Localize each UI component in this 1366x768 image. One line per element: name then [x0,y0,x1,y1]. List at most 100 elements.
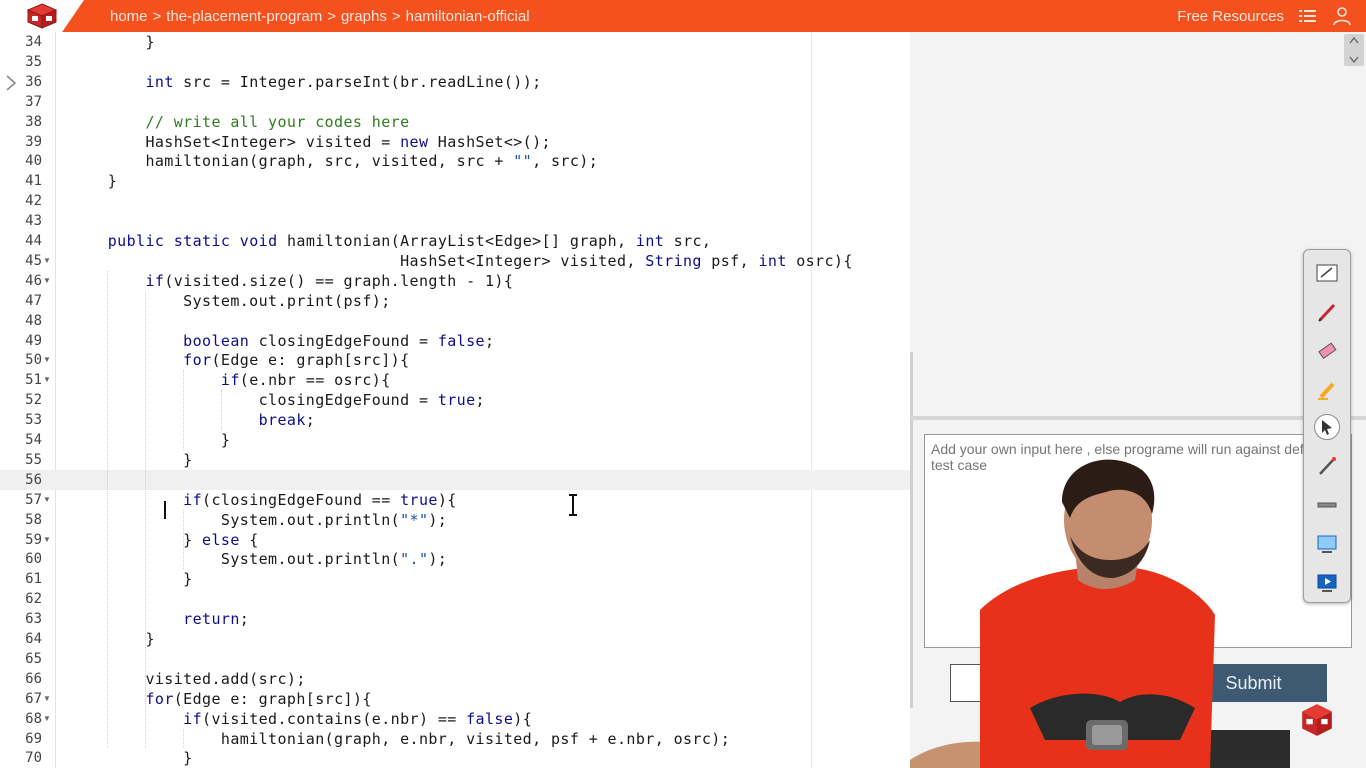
code-line[interactable]: 52 closingEdgeFound = true; [0,390,910,410]
line-number: 69 [25,730,42,747]
line-number: 65 [25,650,42,667]
fold-toggle-icon[interactable]: ▼ [43,689,51,709]
line-number: 46 [25,272,42,289]
whiteboard-icon[interactable] [1314,260,1340,286]
code-line[interactable]: 59 ▼ } else { [0,530,910,550]
line-number: 61 [25,571,42,588]
code-text: System.out.println("*"); [70,510,448,529]
code-line[interactable]: 48 [0,311,910,331]
code-line[interactable]: 64 } [0,629,910,649]
code-text: } else { [70,530,259,549]
line-number: 40 [25,153,42,170]
code-text: if(visited.size() == graph.length - 1){ [145,271,514,290]
code-line[interactable]: 40 hamiltonian(graph, src, visited, src … [0,151,910,171]
code-line[interactable]: 61 } [0,569,910,589]
code-line[interactable]: 53 break; [0,410,910,430]
code-line[interactable]: 63 return; [0,609,910,629]
submit-button-label: Submit [1225,672,1282,693]
code-line[interactable]: 62 [0,589,910,609]
code-line[interactable]: 47 System.out.print(psf); [0,291,910,311]
line-number: 45 [25,252,42,269]
custom-input-textarea[interactable] [924,434,1352,648]
code-line[interactable]: 46 ▼ if(visited.size() == graph.length - … [0,271,910,291]
line-number: 38 [25,113,42,130]
line-number: 70 [25,750,42,767]
user-profile-icon[interactable] [1332,6,1352,26]
code-line[interactable]: 44 public static void hamiltonian(ArrayL… [0,231,910,251]
indent-guide [145,290,146,749]
code-line[interactable]: 55 } [0,450,910,470]
input-section-top-border [910,416,1366,420]
screen-record-icon[interactable] [1314,570,1340,596]
indent-guide [183,509,184,570]
fold-toggle-icon[interactable]: ▼ [43,251,51,271]
laser-pen-icon[interactable] [1314,453,1340,479]
pepcoding-corner-logo-icon [1302,704,1332,736]
submit-button[interactable]: Submit [1180,664,1327,702]
code-line[interactable]: 56 [0,469,910,490]
fold-toggle-icon[interactable]: ▼ [43,370,51,390]
code-line[interactable]: 42 [0,191,910,211]
code-line[interactable]: 57 ▼ if(closingEdgeFound == true){ [0,490,910,510]
code-line[interactable]: 70 } [0,748,910,768]
code-text: } [70,431,231,449]
line-number: 44 [25,233,42,249]
code-line[interactable]: 66 visited.add(src); [0,669,910,689]
code-line[interactable]: 45 ▼ HashSet<Integer> visited, String psf… [0,251,910,271]
code-editor[interactable]: 34 } 35 36 int src = Integer.parseInt(br.r… [0,32,910,768]
code-text: } [70,630,155,648]
code-line[interactable]: 49 boolean closingEdgeFound = false; [0,331,910,351]
code-line[interactable]: 35 [0,52,910,72]
breadcrumb-current-page[interactable]: hamiltonian-official [406,8,530,25]
breadcrumb-home[interactable]: home [110,8,148,25]
code-text: hamiltonian(graph, src, visited, src + "… [70,152,599,171]
code-line[interactable]: 39 HashSet<Integer> visited = new HashSe… [0,132,910,152]
code-line[interactable]: 58 System.out.println("*"); [0,510,910,530]
pepcoding-logo-icon[interactable] [26,3,58,29]
code-line[interactable]: 54 } [0,430,910,450]
fold-toggle-icon[interactable]: ▼ [43,490,51,510]
free-resources-link[interactable]: Free Resources [1177,8,1284,25]
code-line[interactable]: 69 hamiltonian(graph, e.nbr, visited, ps… [0,729,910,749]
fold-toggle-icon[interactable]: ▼ [43,350,51,370]
fold-toggle-icon[interactable]: ▼ [43,271,51,291]
line-number: 64 [25,631,42,647]
breadcrumb-separator: > [152,7,162,25]
right-panel [910,32,1366,768]
scrollbar-thumb[interactable] [1344,34,1364,66]
pointer-icon[interactable] [1314,414,1340,440]
breadcrumb-graphs[interactable]: graphs [341,8,387,25]
code-line[interactable]: 50 ▼ for(Edge e: graph[src]){ [0,350,910,370]
line-icon[interactable] [1314,492,1340,518]
fold-toggle-icon[interactable]: ▼ [43,709,51,729]
code-line[interactable]: 68 ▼ if(visited.contains(e.nbr) == false)… [0,709,910,729]
code-line[interactable]: 51 ▼ if(e.nbr == osrc){ [0,370,910,390]
breadcrumb-separator: > [391,7,401,25]
code-line[interactable]: 34 } [0,32,910,52]
indent-guide [107,270,108,749]
code-text: if(e.nbr == osrc){ [220,371,391,390]
code-text: } [70,33,155,51]
pen-icon[interactable] [1314,299,1340,325]
panel-divider[interactable] [910,352,913,708]
code-line[interactable]: 43 [0,211,910,231]
list-menu-icon[interactable] [1298,6,1318,26]
eraser-icon[interactable] [1314,338,1340,364]
line-number: 55 [25,451,42,468]
code-line[interactable]: 60 System.out.println("."); [0,549,910,569]
code-line[interactable]: 41 } [0,171,910,191]
code-text: } [70,450,193,469]
fold-toggle-icon[interactable]: ▼ [43,530,51,550]
code-line[interactable]: 38 // write all your codes here [0,112,910,132]
screen-capture-icon[interactable] [1314,531,1340,557]
code-text: } [70,172,118,191]
run-button[interactable] [950,664,1040,702]
code-line[interactable]: 37 [0,92,910,112]
breadcrumb-placement-program[interactable]: the-placement-program [166,8,322,25]
line-number: 48 [25,312,42,329]
code-line[interactable]: 65 [0,649,910,669]
highlighter-icon[interactable] [1314,377,1340,403]
code-line[interactable]: 36 int src = Integer.parseInt(br.readLin… [0,72,910,92]
code-line[interactable]: 67 ▼ for(Edge e: graph[src]){ [0,689,910,709]
indent-guide [183,370,184,450]
